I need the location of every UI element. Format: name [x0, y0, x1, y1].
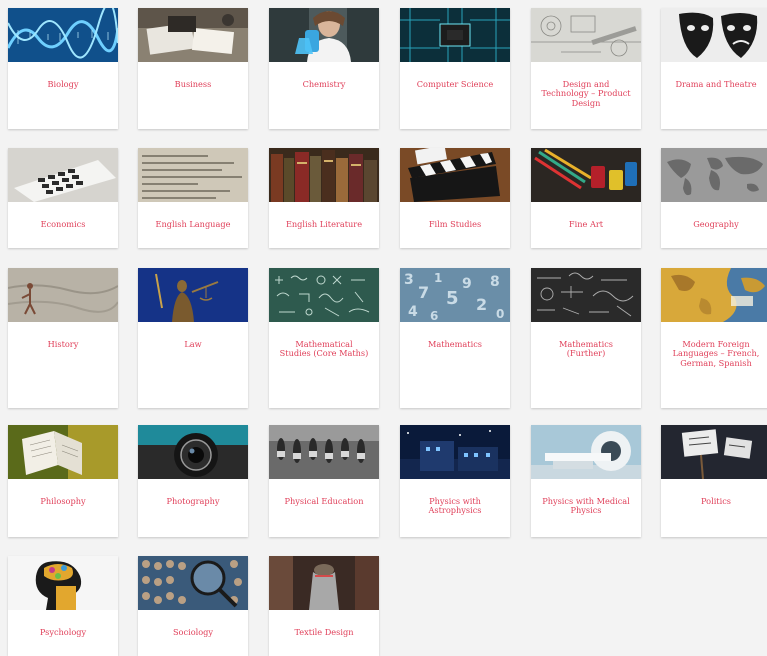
chalkboard-equations-image	[269, 268, 379, 322]
mri-scanner-image	[531, 425, 641, 479]
subject-card-economics[interactable]: Economics	[8, 148, 118, 248]
office-desk-image	[138, 8, 248, 62]
subject-label: English Language	[155, 219, 231, 229]
subject-label: Mathematical Studies (Core Maths)	[279, 339, 369, 359]
subject-card-sociology[interactable]: Sociology	[138, 556, 248, 656]
subject-label: Design and Technology – Product Design	[541, 79, 631, 108]
subject-label: Sociology	[172, 627, 214, 637]
subject-card-geography[interactable]: Geography	[661, 148, 767, 248]
cave-painting-image	[8, 268, 118, 322]
subject-card-mathematics[interactable]: 37 15 92 8 4 6 0 Mathematics	[400, 268, 510, 408]
subject-label: Biology	[47, 79, 79, 89]
subject-card-biology[interactable]: Biology	[8, 8, 118, 129]
subject-label: Physics with Astrophysics	[428, 496, 482, 516]
subject-label: Physical Education	[284, 496, 364, 506]
subject-card-core-maths[interactable]: Mathematical Studies (Core Maths)	[269, 268, 379, 408]
subject-card-astrophysics[interactable]: Physics with Astrophysics	[400, 425, 510, 537]
svg-text:6: 6	[430, 309, 438, 322]
subject-label: Philosophy	[40, 496, 86, 506]
svg-text:7: 7	[418, 283, 429, 302]
runners-image	[269, 425, 379, 479]
subject-label: Mathematics	[427, 339, 482, 349]
subject-card-chemistry[interactable]: Chemistry	[269, 8, 379, 129]
subject-card-textile-design[interactable]: Textile Design	[269, 556, 379, 656]
subject-label: Chemistry	[302, 79, 346, 89]
clapperboard-image	[400, 148, 510, 202]
subject-label: Law	[184, 339, 202, 349]
subject-label: Drama and Theatre	[675, 79, 757, 89]
subject-card-psychology[interactable]: Psychology	[8, 556, 118, 656]
subject-label: Geography	[693, 219, 739, 229]
blackboard-formulas-image	[531, 268, 641, 322]
subject-card-history[interactable]: History	[8, 268, 118, 408]
subject-label: Mathematics (Further)	[558, 339, 613, 359]
subject-card-english-language[interactable]: English Language	[138, 148, 248, 248]
protest-signs-image	[661, 425, 767, 479]
calculator-image	[8, 148, 118, 202]
observatory-image	[400, 425, 510, 479]
svg-text:0: 0	[496, 307, 504, 321]
subject-card-computer-science[interactable]: Computer Science	[400, 8, 510, 129]
subject-label: Physics with Medical Physics	[542, 496, 630, 516]
subject-card-design-technology[interactable]: Design and Technology – Product Design	[531, 8, 641, 129]
dictionary-text-image	[138, 148, 248, 202]
subject-label: Psychology	[39, 627, 87, 637]
subject-label: Politics	[700, 496, 732, 506]
subject-card-politics[interactable]: Politics	[661, 425, 767, 537]
subject-card-further-maths[interactable]: Mathematics (Further)	[531, 268, 641, 408]
subject-label: Photography	[166, 496, 220, 506]
svg-text:1: 1	[434, 271, 442, 285]
crowd-magnifier-image	[138, 556, 248, 610]
subject-card-medical-physics[interactable]: Physics with Medical Physics	[531, 425, 641, 537]
subject-card-drama[interactable]: Drama and Theatre	[661, 8, 767, 129]
subject-card-fine-art[interactable]: Fine Art	[531, 148, 641, 248]
theatre-masks-image	[661, 8, 767, 62]
subject-card-business[interactable]: Business	[138, 8, 248, 129]
brain-head-image	[8, 556, 118, 610]
subject-label: English Literature	[285, 219, 363, 229]
technical-drawing-image	[531, 8, 641, 62]
lady-justice-image	[138, 268, 248, 322]
dna-helix-image	[8, 8, 118, 62]
3d-numbers-image: 37 15 92 8 4 6 0	[400, 268, 510, 322]
subject-label: Business	[174, 79, 212, 89]
paint-supplies-image	[531, 148, 641, 202]
globe-map-image	[661, 268, 767, 322]
svg-text:9: 9	[462, 276, 472, 292]
subject-card-law[interactable]: Law	[138, 268, 248, 408]
circuit-board-image	[400, 8, 510, 62]
svg-text:4: 4	[408, 304, 418, 320]
subject-label: History	[47, 339, 79, 349]
open-book-image	[8, 425, 118, 479]
svg-text:8: 8	[490, 274, 500, 290]
svg-text:2: 2	[476, 295, 487, 314]
dress-mannequin-image	[269, 556, 379, 610]
old-books-image	[269, 148, 379, 202]
subject-card-philosophy[interactable]: Philosophy	[8, 425, 118, 537]
subject-card-english-literature[interactable]: English Literature	[269, 148, 379, 248]
subject-label: Economics	[40, 219, 86, 229]
subject-label: Fine Art	[568, 219, 604, 229]
world-map-image	[661, 148, 767, 202]
subject-card-physical-education[interactable]: Physical Education	[269, 425, 379, 537]
subject-card-photography[interactable]: Photography	[138, 425, 248, 537]
subject-label: Modern Foreign Languages – French, Germa…	[672, 339, 760, 368]
subject-label: Textile Design	[294, 627, 354, 637]
subject-label: Computer Science	[416, 79, 494, 89]
svg-text:3: 3	[404, 272, 414, 288]
subject-card-modern-foreign-languages[interactable]: Modern Foreign Languages – French, Germa…	[661, 268, 767, 408]
subject-label: Film Studies	[428, 219, 482, 229]
svg-text:5: 5	[446, 288, 459, 309]
subject-card-film-studies[interactable]: Film Studies	[400, 148, 510, 248]
scientist-flask-image	[269, 8, 379, 62]
camera-lens-image	[138, 425, 248, 479]
